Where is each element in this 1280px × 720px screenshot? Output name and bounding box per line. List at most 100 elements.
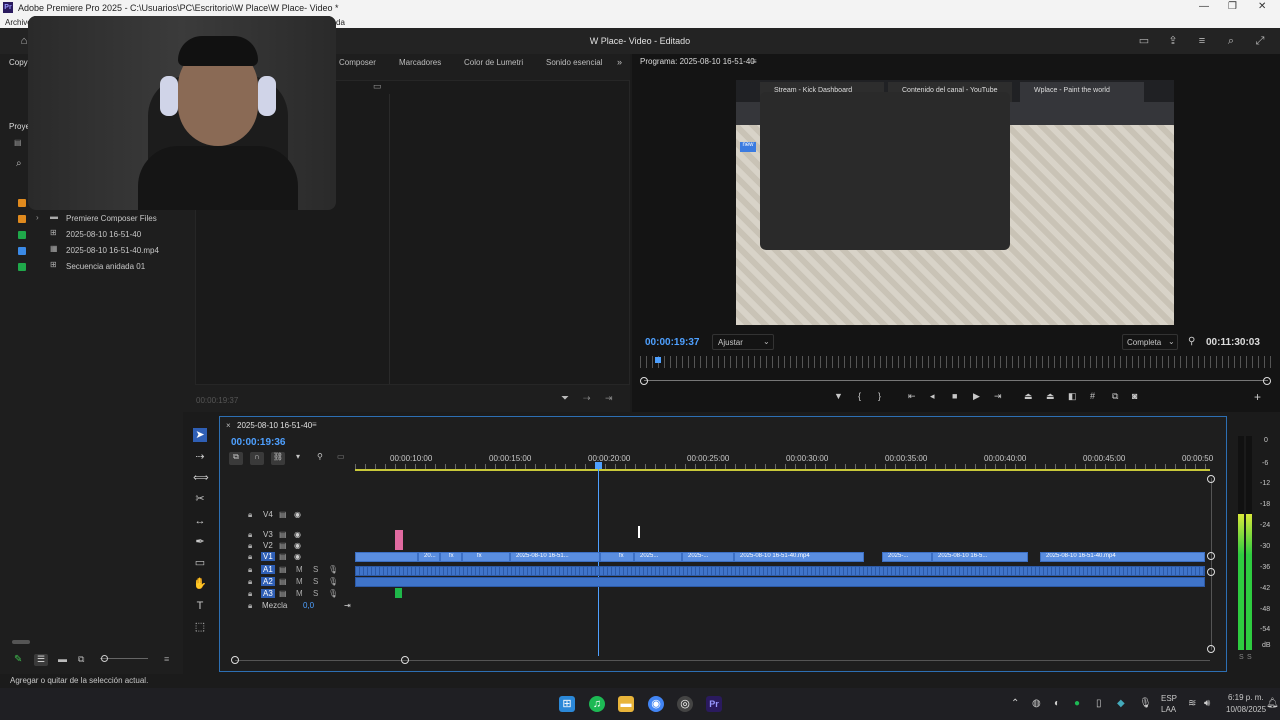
- zoom-bar[interactable]: [644, 380, 1268, 381]
- video-clip[interactable]: 2025-...: [882, 552, 932, 562]
- settings-wrench-icon[interactable]: ⚲: [317, 452, 323, 461]
- video-clip[interactable]: [355, 552, 418, 562]
- video-clip[interactable]: fx: [462, 552, 510, 562]
- video-clip[interactable]: 2025...: [634, 552, 682, 562]
- lock-icon[interactable]: 🔒︎: [248, 565, 252, 575]
- tab-composer[interactable]: Composer: [339, 58, 376, 67]
- mic-icon[interactable]: 🎙︎: [328, 589, 338, 598]
- tray-mic-icon[interactable]: 🎙︎: [1139, 698, 1152, 709]
- go-to-in-icon[interactable]: ⇤: [908, 391, 916, 402]
- pen-icon[interactable]: ✒: [193, 535, 207, 549]
- spotify-icon[interactable]: ♫: [589, 696, 605, 712]
- playhead-handle[interactable]: [595, 462, 602, 469]
- bin-row[interactable]: ▦ 2025-08-10 16-51-40.mp4: [14, 244, 174, 258]
- track-label[interactable]: V1: [261, 552, 275, 561]
- tray-app-icon[interactable]: ◐: [1054, 698, 1060, 709]
- zoom-slider-handle[interactable]: [101, 655, 108, 662]
- timeline-timecode[interactable]: 00:00:19:36: [231, 437, 285, 448]
- solo-button[interactable]: S: [313, 589, 318, 598]
- linked-selection-icon[interactable]: ⛓: [271, 452, 285, 465]
- language-layout[interactable]: LAA: [1161, 705, 1176, 714]
- search-small-icon[interactable]: ⌕: [16, 158, 22, 169]
- bin-row[interactable]: ⊞ Secuencia anidada 01: [14, 260, 174, 274]
- lock-icon[interactable]: 🔒︎: [248, 601, 252, 611]
- chrome-icon[interactable]: ◉: [648, 696, 664, 712]
- go-to-out-icon[interactable]: ⇥: [994, 391, 1002, 402]
- green-audio-clip[interactable]: [395, 588, 402, 598]
- program-ruler[interactable]: [640, 356, 1272, 368]
- sync-lock-icon[interactable]: ▤: [279, 577, 287, 586]
- mix-value[interactable]: 0,0: [303, 601, 314, 610]
- premiere-icon[interactable]: Pr: [706, 696, 722, 712]
- type-icon[interactable]: T: [193, 599, 207, 613]
- bin-row[interactable]: › ▬ Premiere Composer Files: [14, 212, 174, 226]
- pink-clip[interactable]: [395, 530, 403, 550]
- track-label[interactable]: V2: [263, 541, 273, 550]
- video-clip[interactable]: fx: [600, 552, 634, 562]
- camera-icon[interactable]: ◙: [1132, 391, 1137, 401]
- lift-icon[interactable]: ⏏: [1024, 391, 1033, 402]
- tab-sonido-esencial[interactable]: Sonido esencial: [546, 58, 602, 67]
- horizontal-scrollbar[interactable]: [12, 640, 30, 644]
- track-select-icon[interactable]: ⇢: [193, 450, 207, 464]
- expand-arrow-icon[interactable]: ›: [36, 213, 39, 222]
- track-label[interactable]: V4: [263, 510, 273, 519]
- filter-icon[interactable]: ⏷: [561, 393, 569, 404]
- solo-left-button[interactable]: S: [1239, 654, 1244, 661]
- tray-spotify-icon[interactable]: ●: [1074, 698, 1080, 709]
- compare-icon[interactable]: ◧: [1068, 391, 1077, 402]
- language-indicator[interactable]: ESP: [1161, 694, 1177, 703]
- ripple-edit-icon[interactable]: ⟺: [193, 471, 209, 485]
- slip-icon[interactable]: ↔: [193, 514, 207, 528]
- tray-battery-icon[interactable]: ▯: [1096, 698, 1102, 709]
- close-button[interactable]: ✕: [1258, 1, 1266, 12]
- video-clip[interactable]: 2025-08-10 16-51-40.mp4: [1040, 552, 1205, 562]
- sync-lock-icon[interactable]: ▤: [279, 552, 287, 561]
- zoom-handle-left[interactable]: [640, 377, 648, 385]
- track-label[interactable]: V3: [263, 530, 273, 539]
- sequence-menu-icon[interactable]: ≡: [312, 420, 317, 429]
- wrench-icon[interactable]: ⚲: [1188, 336, 1195, 347]
- program-timecode[interactable]: 00:00:19:37: [645, 337, 699, 348]
- work-area-bar[interactable]: [355, 469, 1210, 471]
- sync-lock-icon[interactable]: ▤: [279, 589, 287, 598]
- export-frame-icon[interactable]: ⧉: [1112, 391, 1118, 402]
- lock-icon[interactable]: 🔒︎: [248, 530, 252, 540]
- project-tab[interactable]: Proye: [9, 122, 30, 131]
- generative-icon[interactable]: ⬚: [193, 620, 207, 634]
- sync-lock-icon[interactable]: ▤: [279, 530, 287, 539]
- selection-tool-icon[interactable]: ➤: [193, 428, 207, 442]
- rectangle-icon[interactable]: ▭: [193, 556, 207, 570]
- nest-icon[interactable]: ⧉: [229, 452, 243, 465]
- go-to-end-icon[interactable]: ⇥: [344, 601, 351, 610]
- file-explorer-icon[interactable]: ▬: [618, 696, 634, 712]
- extract-icon[interactable]: ⏏: [1046, 391, 1055, 402]
- fullscreen-icon[interactable]: ⤢: [1254, 35, 1266, 47]
- eye-icon[interactable]: ◉: [294, 552, 301, 561]
- sync-lock-icon[interactable]: ▤: [279, 510, 287, 519]
- search-icon[interactable]: ⌕: [1225, 35, 1237, 47]
- bin-row[interactable]: ⊞ 2025-08-10 16-51-40: [14, 228, 174, 242]
- icon-view-icon[interactable]: ▬: [58, 654, 67, 664]
- mark-out-icon[interactable]: }: [878, 391, 881, 401]
- minimize-button[interactable]: —: [1199, 1, 1209, 12]
- obs-icon[interactable]: ◎: [677, 696, 693, 712]
- bin-icon[interactable]: ▤: [14, 138, 22, 147]
- tray-chevron-icon[interactable]: ⌃: [1011, 698, 1019, 709]
- stop-icon[interactable]: ■: [952, 391, 957, 401]
- hand-icon[interactable]: ✋: [193, 577, 207, 591]
- start-icon[interactable]: ⊞: [559, 696, 575, 712]
- scroll-handle[interactable]: [1207, 552, 1215, 560]
- clock-time[interactable]: 6:19 p. m.: [1228, 693, 1264, 702]
- track-label[interactable]: A2: [261, 577, 275, 586]
- close-sequence-icon[interactable]: ×: [226, 421, 231, 430]
- mic-icon[interactable]: 🎙︎: [328, 577, 338, 586]
- timeline-ruler[interactable]: 00:00:10:00 00:00:15:00 00:00:20:00 00:0…: [355, 452, 1213, 470]
- video-clip[interactable]: 2025-08-10 16-51...: [510, 552, 600, 562]
- program-playhead[interactable]: [655, 357, 661, 363]
- eye-icon[interactable]: ◉: [294, 530, 301, 539]
- step-back-icon[interactable]: ◂: [930, 391, 935, 402]
- mute-button[interactable]: M: [296, 565, 303, 574]
- mic-icon[interactable]: 🎙︎: [328, 565, 338, 574]
- lock-icon[interactable]: 🔒︎: [248, 577, 252, 587]
